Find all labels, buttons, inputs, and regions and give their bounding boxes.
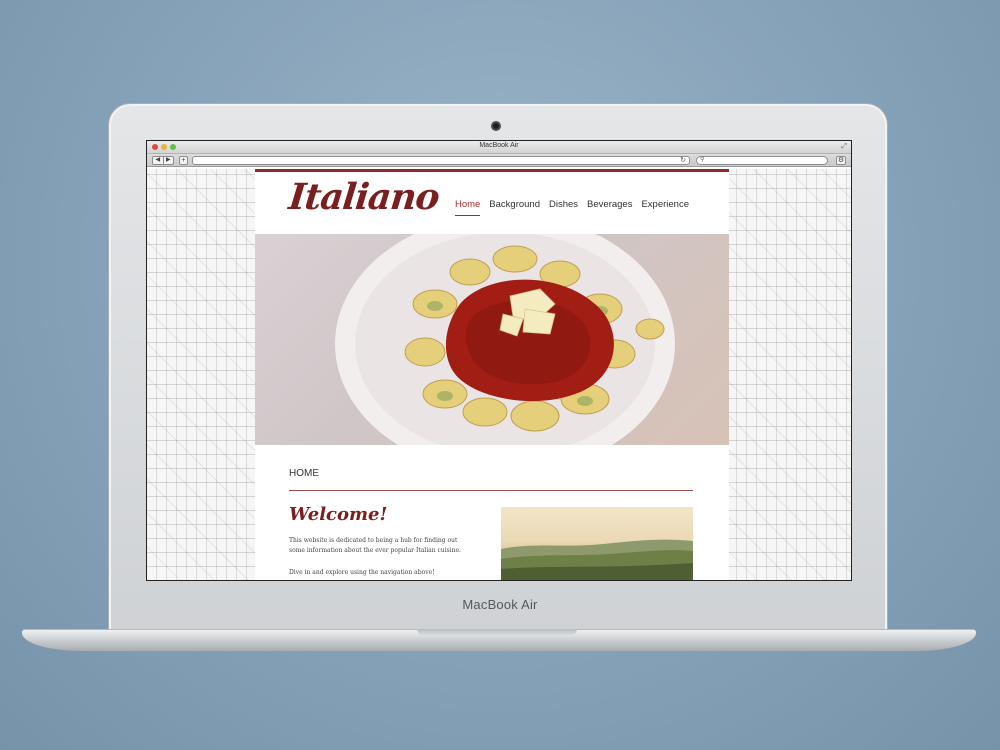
website: Italiano Home Background Dishes Beverage… (255, 169, 729, 580)
camera-icon (491, 121, 501, 131)
history-buttons: ◀ ▶ (152, 156, 174, 165)
intro-paragraph: This website is dedicated to being a hub… (289, 537, 461, 554)
device-label: MacBook Air (462, 597, 538, 612)
browser-titlebar: MacBook Air ⤢ (147, 141, 851, 154)
welcome-title: Welcome! (289, 504, 388, 525)
reload-icon[interactable]: ↻ (680, 156, 686, 164)
countryside-photo (501, 539, 693, 580)
site-header: Italiano Home Background Dishes Beverage… (255, 172, 729, 234)
settings-button[interactable]: ⚙ (836, 156, 846, 165)
countryside-image (501, 507, 693, 580)
fullscreen-icon[interactable]: ⤢ (841, 143, 847, 151)
search-input[interactable]: ⚲ (696, 156, 828, 165)
nav-item-experience[interactable]: Experience (641, 199, 689, 216)
browser-viewport: Italiano Home Background Dishes Beverage… (147, 169, 851, 580)
nav-item-home[interactable]: Home (454, 199, 481, 216)
site-logo[interactable]: Italiano (287, 176, 441, 218)
nav-item-beverages[interactable]: Beverages (587, 199, 632, 216)
divider (289, 490, 693, 491)
page-heading: HOME (289, 468, 319, 479)
search-icon: ⚲ (700, 157, 705, 163)
laptop-screen: MacBook Air ⤢ ◀ ▶ + ↻ ⚲ ⚙ Italiano Home … (146, 140, 852, 581)
explore-paragraph: Dive in and explore using the navigation… (289, 569, 435, 576)
nav-item-background[interactable]: Background (489, 199, 540, 216)
hero-photo (335, 234, 675, 445)
hero-image (255, 234, 729, 445)
laptop-notch (417, 629, 577, 635)
main-nav: Home Background Dishes Beverages Experie… (454, 199, 689, 216)
browser-toolbar: ◀ ▶ + ↻ ⚲ ⚙ (147, 154, 851, 167)
window-title: MacBook Air (479, 142, 519, 149)
back-button[interactable]: ◀ (153, 157, 163, 164)
address-bar[interactable]: ↻ (192, 156, 690, 165)
nav-item-dishes[interactable]: Dishes (549, 199, 578, 216)
add-tab-button[interactable]: + (179, 156, 188, 165)
forward-button[interactable]: ▶ (162, 157, 174, 164)
